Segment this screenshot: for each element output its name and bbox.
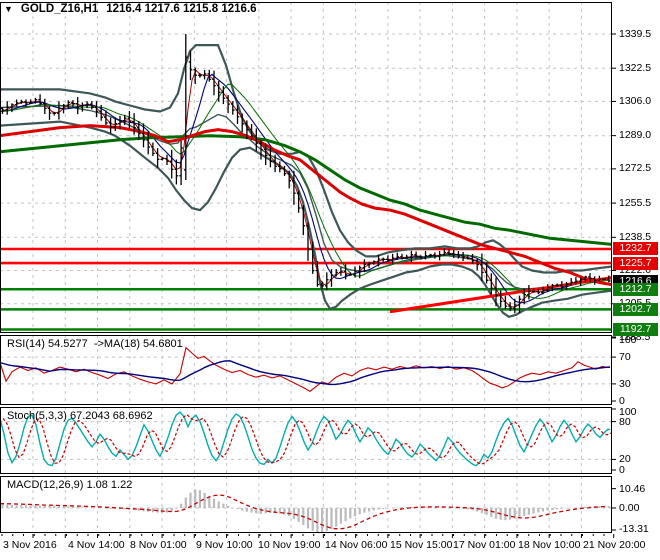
stoch-indicator-label: Stoch(5,3,3) 67.2043 68.6962 (7, 410, 153, 422)
price-badge-red: 1225.7 (613, 257, 658, 270)
bollinger-lower (0, 122, 612, 317)
ma-red-slow (0, 126, 612, 285)
ma-green-slow (0, 136, 612, 245)
symbol-period-label: GOLD_Z16,H1 (21, 3, 98, 15)
ohlc-bar (240, 113, 244, 132)
ohlc-bar (175, 160, 179, 185)
price-tick-label: 1339.5 (619, 28, 651, 41)
ohlc-bar (184, 34, 188, 180)
time-tick-label: 3 Nov 2016 (3, 539, 57, 551)
ohlc-bar (602, 278, 606, 280)
panel-border (1, 3, 612, 333)
price-badge-green: 1202.7 (613, 303, 658, 316)
stoch-axis-label: 80 (619, 416, 631, 428)
ohlc-bar (325, 272, 329, 290)
time-tick-label: 17 Nov 01:00 (453, 539, 515, 551)
macd-axis-label: -13.31 (619, 523, 649, 535)
ohlc-bar (156, 148, 160, 168)
ohlc-bar (20, 100, 24, 104)
stoch-axis-label: 0 (619, 464, 625, 476)
ohlc-bar (386, 255, 390, 262)
ohlc-bar (48, 106, 52, 119)
price-tick-label: 1306.0 (619, 95, 651, 108)
time-tick-label: 18 Nov 10:00 (518, 539, 580, 551)
macd-axis-label: 0.00 (619, 502, 639, 514)
rsi-axis-label: 70 (619, 351, 631, 363)
main-chart-panel[interactable] (0, 2, 612, 338)
ohlc-bar (38, 94, 42, 105)
ohlc-values: 1216.4 1217.6 1215.8 1216.6 (106, 3, 256, 15)
price-tick-label: 1322.5 (619, 62, 651, 75)
time-tick-label: 15 Nov 15:00 (390, 539, 452, 551)
ohlc-bar (226, 95, 230, 113)
price-tick-label: 1272.5 (619, 162, 651, 175)
time-tick-label: 9 Nov 10:00 (196, 539, 253, 551)
time-tick-label: 8 Nov 01:00 (130, 539, 187, 551)
chart-canvas[interactable] (0, 0, 660, 560)
ohlc-bar (76, 97, 80, 114)
price-tick-label: 1255.5 (619, 197, 651, 210)
macd-axis-label: 10.46 (619, 483, 645, 495)
time-tick-label: 4 Nov 14:00 (68, 539, 125, 551)
chart-title: ▼ GOLD_Z16,H1 1216.4 1217.6 1215.8 1216.… (4, 3, 257, 15)
rsi-line (0, 348, 610, 392)
price-tick-label: 1289.0 (619, 129, 651, 142)
price-badge-green: 1212.7 (613, 283, 658, 296)
rsi-axis-label: 30 (619, 378, 631, 390)
ohlc-bar (339, 268, 343, 276)
time-tick-label: 14 Nov 06:00 (325, 539, 387, 551)
price-badge-red: 1232.7 (613, 242, 658, 255)
macd-indicator-label: MACD(12,26,9) 1.08 1.22 (7, 479, 132, 491)
ohlc-bar (381, 258, 385, 262)
time-tick-label: 21 Nov 20:00 (583, 539, 645, 551)
chart-dropdown-icon[interactable]: ▼ (4, 4, 13, 15)
bollinger-upper (0, 45, 612, 272)
ohlc-bar (57, 101, 61, 119)
ohlc-bar (198, 73, 202, 78)
price-badge-green: 1192.7 (613, 323, 658, 336)
trading-chart-window: ▼ GOLD_Z16,H1 1216.4 1217.6 1215.8 1216.… (0, 0, 660, 560)
time-tick-label: 10 Nov 19:00 (258, 539, 320, 551)
rsi-indicator-label: RSI(14) 54.5277 ->MA(18) 54.6801 (7, 338, 183, 350)
